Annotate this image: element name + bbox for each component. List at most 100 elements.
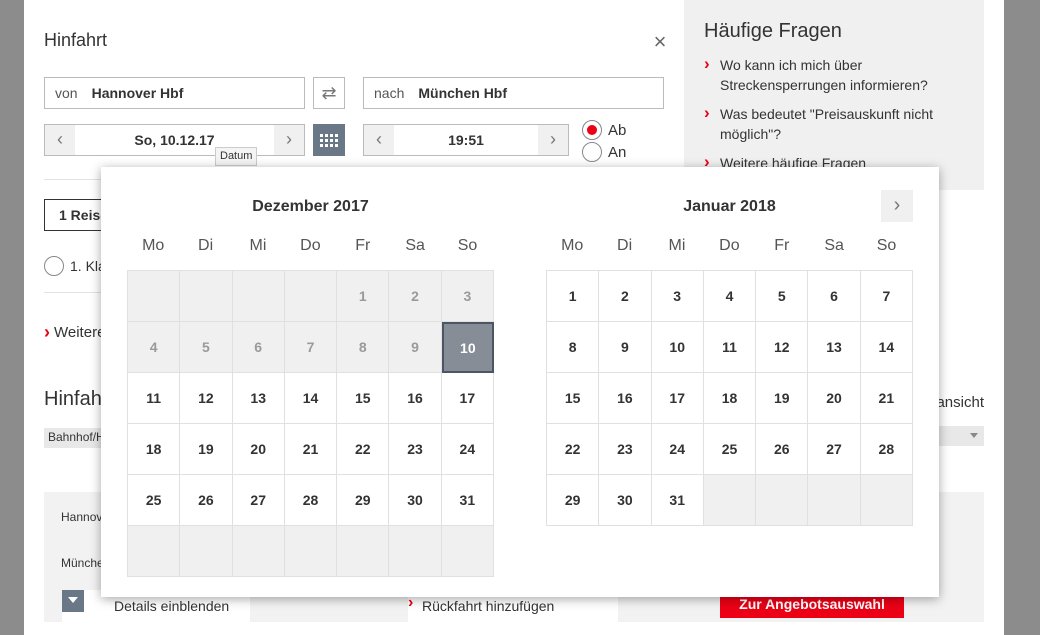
day-cell[interactable]: 27 <box>808 424 861 475</box>
day-cell[interactable]: 4 <box>703 271 757 322</box>
day-cell[interactable]: 24 <box>651 424 704 475</box>
day-cell[interactable]: 20 <box>232 424 285 475</box>
day-cell[interactable]: 18 <box>703 373 757 424</box>
arrival-radio-label: An <box>608 143 627 161</box>
day-cell[interactable]: 25 <box>703 424 757 475</box>
arrival-radio[interactable]: An <box>582 142 626 162</box>
weekday-label: Do <box>719 237 740 254</box>
day-cell[interactable]: 29 <box>547 475 600 526</box>
day-cell[interactable]: 9 <box>599 322 652 373</box>
selected-day-cell[interactable]: 10 <box>441 322 494 373</box>
empty-day-cell <box>703 475 757 526</box>
day-cell[interactable]: 18 <box>128 424 181 475</box>
time-stepper: ‹ 19:51 › <box>363 124 569 156</box>
day-cell[interactable]: 31 <box>441 475 494 526</box>
calendar-icon[interactable] <box>313 124 345 156</box>
empty-day-cell <box>860 475 913 526</box>
day-cell[interactable]: 30 <box>599 475 652 526</box>
empty-day-cell <box>389 526 442 577</box>
day-cell[interactable]: 12 <box>180 373 233 424</box>
past-day-cell: 9 <box>389 322 442 373</box>
weekday-label: Mi <box>249 237 267 254</box>
departure-radio-label: Ab <box>608 121 627 139</box>
day-cell[interactable]: 16 <box>599 373 652 424</box>
empty-day-cell <box>337 526 390 577</box>
day-cell[interactable]: 11 <box>703 322 757 373</box>
day-cell[interactable]: 27 <box>232 475 285 526</box>
from-station-field[interactable]: von Hannover Hbf <box>44 77 305 109</box>
radio-empty-icon <box>582 142 602 162</box>
day-cell[interactable]: 28 <box>284 475 338 526</box>
month-title: Januar 2018 <box>683 198 776 215</box>
weekday-label: Sa <box>824 237 844 254</box>
empty-day-cell <box>441 526 494 577</box>
empty-day-cell <box>232 271 285 322</box>
empty-day-cell <box>128 526 181 577</box>
chevron-down-icon <box>62 590 84 612</box>
day-cell[interactable]: 12 <box>756 322 809 373</box>
day-cell[interactable]: 29 <box>337 475 390 526</box>
close-icon[interactable]: × <box>650 31 670 53</box>
day-cell[interactable]: 23 <box>389 424 442 475</box>
day-cell[interactable]: 19 <box>180 424 233 475</box>
day-cell[interactable]: 21 <box>284 424 338 475</box>
day-cell[interactable]: 17 <box>651 373 704 424</box>
next-month-button[interactable]: › <box>881 190 913 222</box>
day-cell[interactable]: 8 <box>547 322 600 373</box>
day-cell[interactable]: 16 <box>389 373 442 424</box>
next-day-button[interactable]: › <box>274 125 304 155</box>
time-input[interactable]: 19:51 <box>394 125 538 155</box>
day-cell[interactable]: 5 <box>756 271 809 322</box>
to-label: nach <box>374 85 405 101</box>
next-time-button[interactable]: › <box>538 125 568 155</box>
day-cell[interactable]: 15 <box>337 373 390 424</box>
day-cell[interactable]: 21 <box>860 373 913 424</box>
details-label: Details einblenden <box>114 598 230 614</box>
departure-radio[interactable]: Ab <box>582 120 626 140</box>
day-cell[interactable]: 10 <box>651 322 704 373</box>
day-cell[interactable]: 11 <box>128 373 181 424</box>
weekday-label: Do <box>300 237 321 254</box>
radio-selected-icon <box>582 120 602 140</box>
weekday-header: Mo Di Mi Do Fr Sa So <box>546 237 913 255</box>
day-cell[interactable]: 19 <box>756 373 809 424</box>
day-cell[interactable]: 28 <box>860 424 913 475</box>
day-cell[interactable]: 15 <box>547 373 600 424</box>
past-day-cell: 3 <box>441 271 494 322</box>
day-cell[interactable]: 13 <box>808 322 861 373</box>
calendar-popup: Dezember 2017 Mo Di Mi Do Fr Sa So 12345… <box>101 167 939 597</box>
day-cell[interactable]: 23 <box>599 424 652 475</box>
day-cell[interactable]: 31 <box>651 475 704 526</box>
day-cell[interactable]: 20 <box>808 373 861 424</box>
day-cell[interactable]: 14 <box>860 322 913 373</box>
empty-day-cell <box>284 271 338 322</box>
day-cell[interactable]: 14 <box>284 373 338 424</box>
previous-time-button[interactable]: ‹ <box>364 125 394 155</box>
empty-day-cell <box>232 526 285 577</box>
swap-stations-icon[interactable]: ⇄ <box>313 77 345 109</box>
station-filter[interactable]: Bahnhof/Haltestelle <box>44 428 108 448</box>
faq-link[interactable]: Wo kann ich mich über Streckensperrungen… <box>704 54 964 95</box>
weekday-header: Mo Di Mi Do Fr Sa So <box>127 237 494 255</box>
weekday-label: Di <box>198 237 214 254</box>
day-cell[interactable]: 24 <box>441 424 494 475</box>
day-cell[interactable]: 13 <box>232 373 285 424</box>
day-cell[interactable]: 25 <box>128 475 181 526</box>
day-cell[interactable]: 1 <box>547 271 600 322</box>
day-cell[interactable]: 17 <box>441 373 494 424</box>
past-day-cell: 7 <box>284 322 338 373</box>
day-cell[interactable]: 30 <box>389 475 442 526</box>
to-station-field[interactable]: nach München Hbf <box>363 77 664 109</box>
day-cell[interactable]: 2 <box>599 271 652 322</box>
day-cell[interactable]: 6 <box>808 271 861 322</box>
day-cell[interactable]: 26 <box>756 424 809 475</box>
past-day-cell: 1 <box>337 271 390 322</box>
day-cell[interactable]: 22 <box>547 424 600 475</box>
faq-link[interactable]: Was bedeutet "Preisauskunft nicht möglic… <box>704 103 964 144</box>
previous-day-button[interactable]: ‹ <box>45 125 75 155</box>
day-cell[interactable]: 22 <box>337 424 390 475</box>
day-cell[interactable]: 7 <box>860 271 913 322</box>
weekday-label: Mi <box>668 237 686 254</box>
day-cell[interactable]: 26 <box>180 475 233 526</box>
day-cell[interactable]: 3 <box>651 271 704 322</box>
